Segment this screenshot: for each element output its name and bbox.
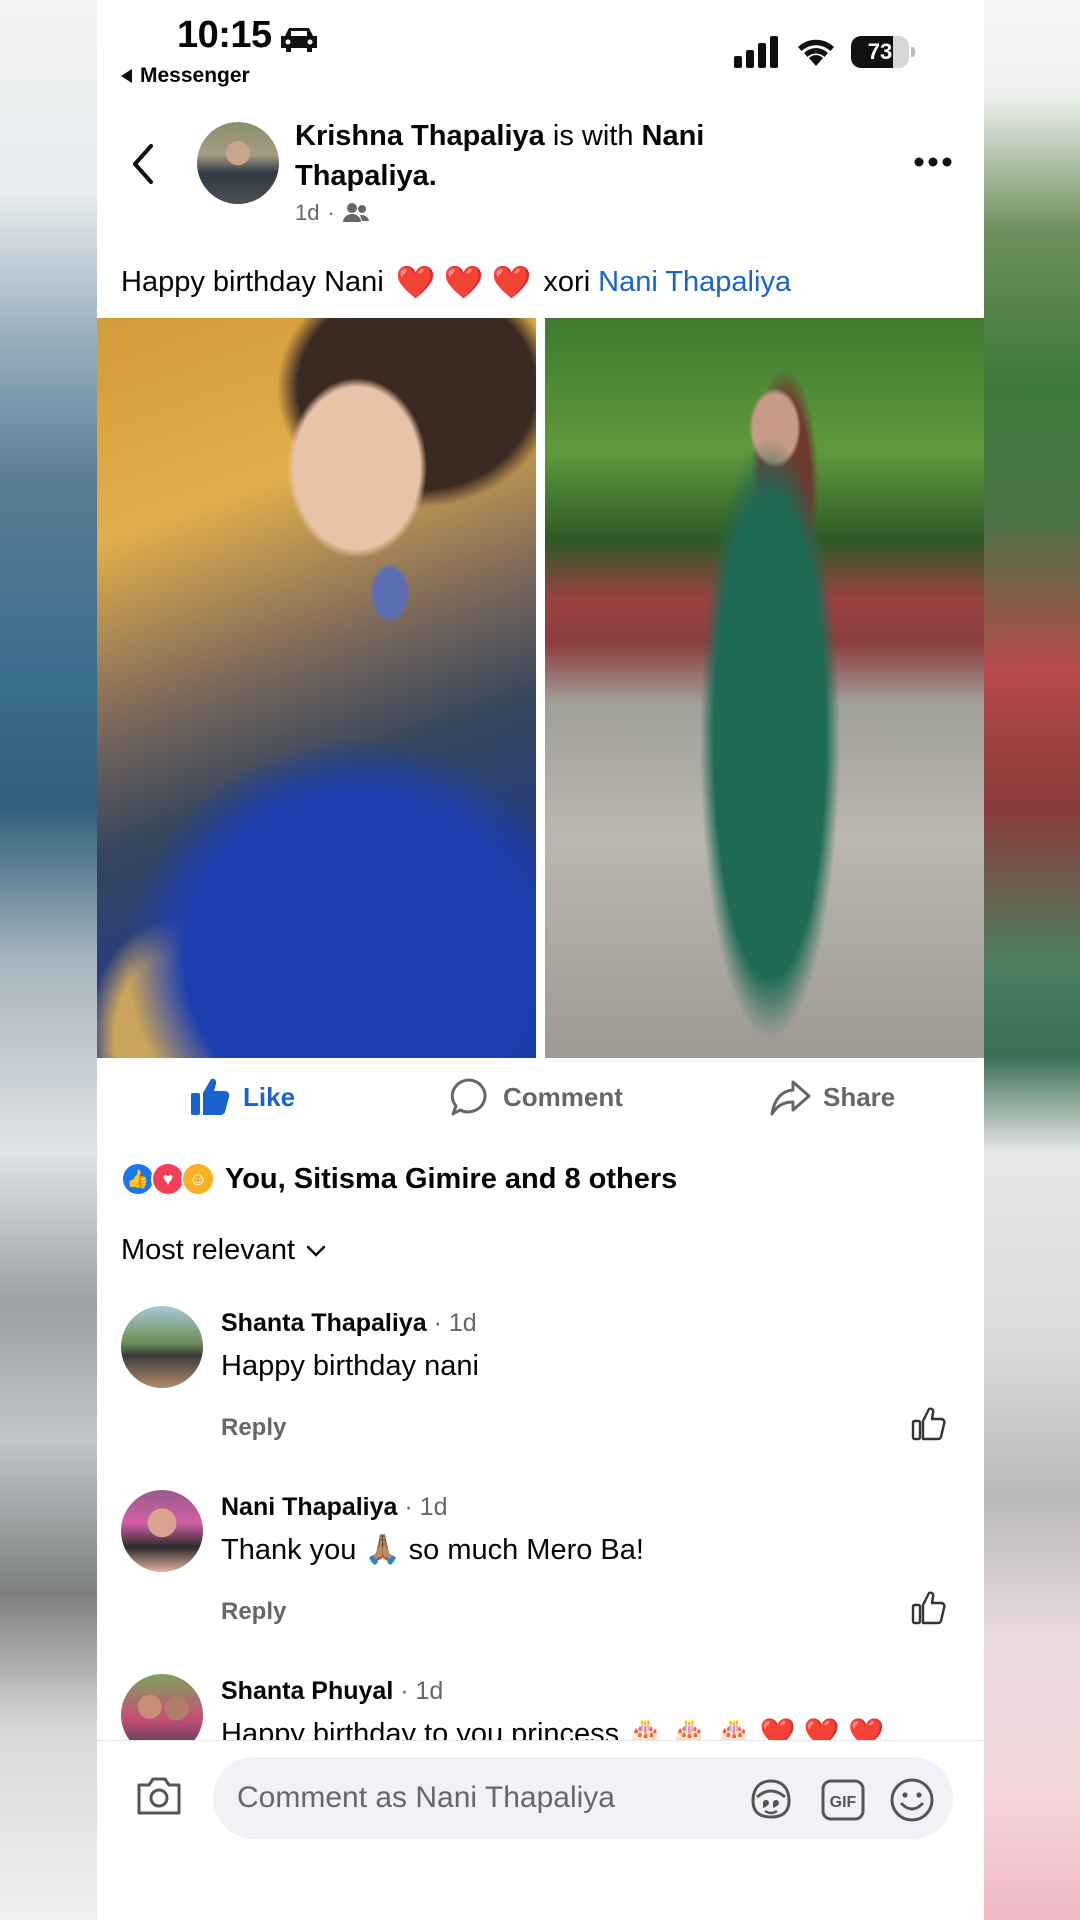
comment-button[interactable]: Comment <box>449 1076 623 1118</box>
heart-emoji: ❤️ <box>395 264 436 300</box>
heart-emoji: ❤️ <box>491 264 532 300</box>
friends-audience-icon <box>342 203 369 222</box>
blurred-backdrop-left <box>0 0 97 1920</box>
comment-header: Nani Thapaliya · 1d <box>221 1490 448 1524</box>
comment-item: Shanta Thapaliya · 1d Happy birthday nan… <box>121 1306 961 1466</box>
more-options-icon[interactable] <box>913 152 953 172</box>
status-bar: 10:15 Messenger 73 <box>97 0 984 108</box>
reactions-summary[interactable]: 👍 ♥ ☺ You, Sitisma Gimire and 8 others <box>121 1162 677 1196</box>
commenter-name[interactable]: Shanta Phuyal <box>221 1677 393 1705</box>
avatar-sticker-icon[interactable] <box>747 1777 795 1821</box>
with-text: is with <box>544 120 642 152</box>
comment-bubble-icon <box>450 1078 487 1116</box>
post-author-line: Krishna Thapaliya is with Nani Thapaliya… <box>295 116 795 196</box>
wifi-icon <box>798 39 834 66</box>
comment-composer: GIF <box>97 1740 984 1920</box>
author-avatar[interactable] <box>197 122 279 204</box>
svg-text:GIF: GIF <box>830 1794 857 1811</box>
comment-header: Shanta Phuyal · 1d <box>221 1674 443 1708</box>
caption-mention-link[interactable]: Nani Thapaliya <box>598 262 791 302</box>
post-caption: Happy birthday Nani ❤️ ❤️ ❤️ xori Nani T… <box>121 262 791 302</box>
post-screen: 10:15 Messenger 73 Krishna Thapaliya is … <box>97 0 984 1920</box>
battery-percentage: 73 <box>867 39 893 64</box>
post-age: 1d <box>295 200 320 225</box>
post-meta: 1d · <box>295 200 369 226</box>
commenter-name[interactable]: Nani Thapaliya <box>221 1493 397 1521</box>
comment-item: Shanta Phuyal · 1d Happy birthday to you… <box>121 1674 961 1740</box>
like-button[interactable]: Like <box>189 1076 295 1118</box>
share-label: Share <box>823 1081 896 1112</box>
comment-header: Shanta Thapaliya · 1d <box>221 1306 477 1340</box>
battery-tip <box>911 47 915 57</box>
chevron-down-icon <box>306 1245 326 1257</box>
commenter-avatar[interactable] <box>121 1490 203 1572</box>
post-action-bar: Like Comment Share <box>97 1062 984 1136</box>
battery-body: 73 <box>851 36 909 68</box>
reply-button[interactable]: Reply <box>221 1598 286 1626</box>
post-photo-2[interactable] <box>545 318 984 1058</box>
back-app-label: Messenger <box>140 64 250 87</box>
like-label: Like <box>243 1081 296 1112</box>
reaction-icons: 👍 ♥ ☺ <box>121 1162 217 1196</box>
caption-text: Happy birthday Nani <box>121 266 384 298</box>
status-time: 10:15 <box>177 14 272 56</box>
reactions-text: You, Sitisma Gimire and 8 others <box>225 1162 678 1195</box>
back-button[interactable] <box>127 140 157 188</box>
comment-item: Nani Thapaliya · 1d Thank you 🙏🏽 so much… <box>121 1490 961 1650</box>
emoji-icon[interactable] <box>889 1777 935 1823</box>
comment-text: Thank you 🙏🏽 so much Mero Ba! <box>221 1534 644 1566</box>
caption-text-2: xori <box>543 266 591 298</box>
commenter-avatar[interactable] <box>121 1674 203 1740</box>
comment-text: Happy birthday to you princess 🎂 🎂 🎂 ❤️ … <box>221 1718 885 1740</box>
comment-text: Happy birthday nani <box>221 1350 479 1382</box>
heart-emoji: ❤️ <box>443 264 484 300</box>
reply-button[interactable]: Reply <box>221 1414 286 1442</box>
cellular-signal-icon <box>734 36 778 68</box>
comment-like-icon[interactable] <box>911 1590 947 1626</box>
sort-label: Most relevant <box>121 1234 296 1266</box>
comment-label: Comment <box>503 1081 623 1112</box>
driving-focus-icon <box>281 28 317 52</box>
battery-indicator: 73 <box>851 36 915 68</box>
back-to-app-link[interactable]: Messenger <box>121 64 250 88</box>
comment-age: · 1d <box>404 1493 448 1521</box>
love-reaction-icon: ♥ <box>151 1162 185 1196</box>
post-photo-1[interactable] <box>97 318 536 1058</box>
back-triangle-icon <box>121 69 132 83</box>
gif-icon[interactable]: GIF <box>821 1779 865 1821</box>
comment-like-icon[interactable] <box>911 1406 947 1442</box>
meta-separator: · <box>327 200 335 225</box>
share-button[interactable]: Share <box>769 1076 895 1118</box>
thumbs-up-icon <box>191 1078 230 1115</box>
comment-sort-dropdown[interactable]: Most relevant <box>121 1234 327 1267</box>
comment-age: · 1d <box>400 1677 444 1705</box>
care-reaction-icon: ☺ <box>181 1162 215 1196</box>
author-name[interactable]: Krishna Thapaliya <box>295 120 545 152</box>
camera-icon[interactable] <box>135 1775 183 1817</box>
blurred-backdrop-right <box>983 0 1080 1920</box>
comment-age: · 1d <box>433 1309 477 1337</box>
commenter-avatar[interactable] <box>121 1306 203 1388</box>
commenter-name[interactable]: Shanta Thapaliya <box>221 1309 427 1337</box>
share-arrow-icon <box>770 1080 811 1116</box>
like-reaction-icon: 👍 <box>121 1162 155 1196</box>
